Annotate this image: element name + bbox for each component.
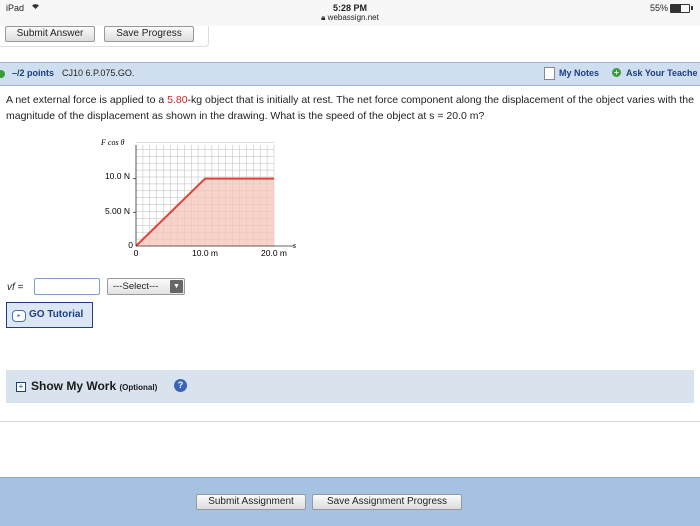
unit-select-value: ---Select--- [113,281,159,292]
x-axis-label: s [293,241,296,250]
footer-bar: Submit Assignment Save Assignment Progre… [0,477,700,526]
unit-select[interactable]: ---Select--- ▼ [107,278,185,295]
optional-label: (Optional) [119,383,158,392]
note-icon [544,67,555,80]
go-tutorial-label: GO Tutorial [29,309,84,320]
y-tick-10: 10.0 N [105,171,130,181]
battery-percent: 55% [649,3,668,13]
y-axis-label: F cos θ [100,138,125,147]
chevron-down-icon: ▼ [170,280,183,293]
status-time: 5:28 PM [332,3,367,13]
x-tick-0: 0 [134,248,139,258]
ask-teacher-link[interactable]: Ask Your Teache [626,68,698,78]
top-actions: Submit Answer Save Progress [0,26,209,47]
status-url: 🔒︎ webassign.net [0,13,700,23]
plus-icon: + [612,68,621,77]
question-text: A net external force is applied to a 5.8… [6,92,696,124]
help-icon[interactable]: ? [174,379,187,392]
question-points: –/2 points [12,68,55,78]
lock-icon: 🔒︎ [321,13,326,22]
force-displacement-graph: F cos θ s 10.0 N 5.00 N 0 0 10.0 m 20.0 … [100,138,296,258]
submit-answer-button[interactable]: Submit Answer [5,26,95,42]
show-my-work-label: Show My Work [31,379,117,393]
x-tick-20: 20.0 m [261,248,287,258]
question-text-start: A net external force is applied to a [6,94,168,106]
show-my-work-panel[interactable]: + Show My Work (Optional) ? [6,370,694,403]
my-notes-link[interactable]: My Notes [559,68,599,78]
divider [0,421,700,422]
expand-icon: + [16,382,26,392]
save-progress-button[interactable]: Save Progress [104,26,194,42]
mass-value: 5.80 [167,94,188,106]
vf-label: vf = [7,282,24,293]
battery-level [671,5,681,12]
submit-assignment-button[interactable]: Submit Assignment [196,494,306,510]
battery-tip [691,6,693,10]
y-tick-5: 5.00 N [105,206,130,216]
x-tick-10: 10.0 m [192,248,218,258]
vf-answer-input[interactable] [34,278,100,295]
y-tick-0: 0 [128,240,133,250]
expand-arrow-icon [0,70,5,78]
status-bar: iPad 5:28 PM 🔒︎ webassign.net 55% [0,0,700,26]
show-my-work-title: Show My Work (Optional) [31,379,157,393]
question-header: –/2 points CJ10 6.P.075.GO. My Notes + A… [0,62,700,86]
battery-icon [670,4,690,13]
tutorial-icon: ► [12,310,26,322]
question-id: CJ10 6.P.075.GO. [62,68,135,78]
url-text: webassign.net [327,13,379,22]
go-tutorial-button[interactable]: ► GO Tutorial [6,302,93,328]
save-assignment-progress-button[interactable]: Save Assignment Progress [312,494,462,510]
